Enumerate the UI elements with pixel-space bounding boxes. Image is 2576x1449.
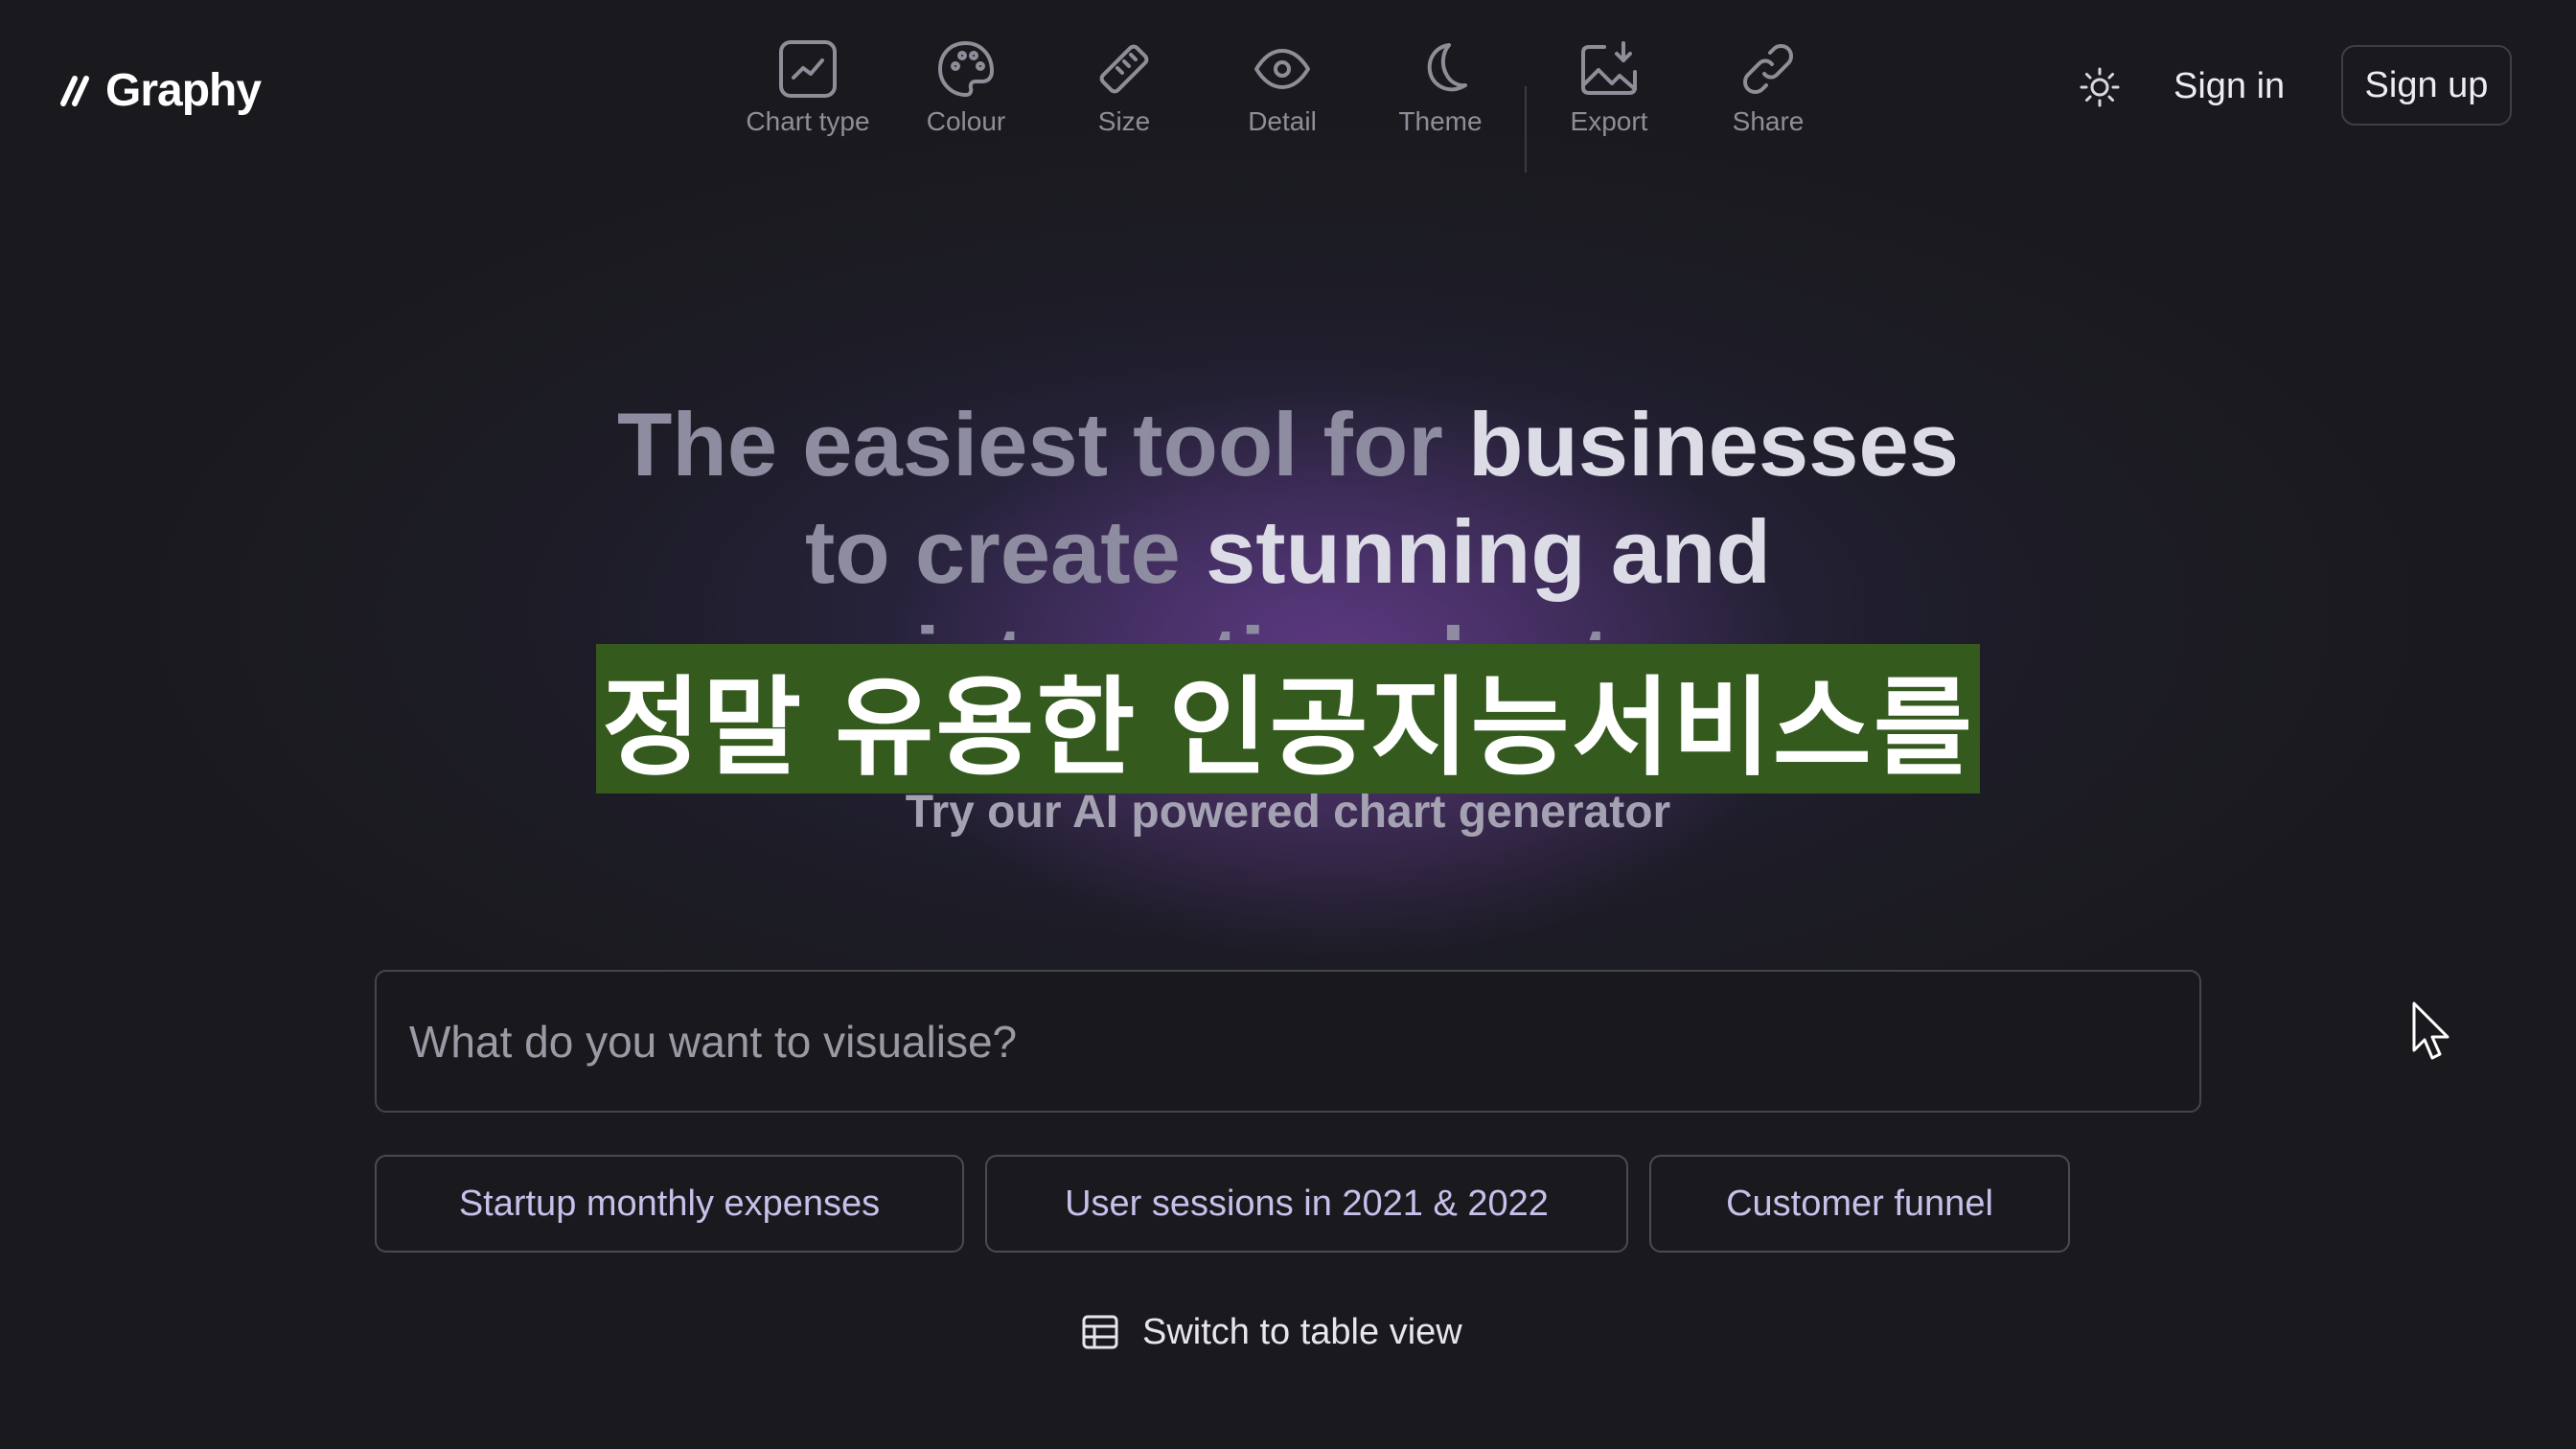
toolbar-share[interactable]: Share <box>1687 34 1850 159</box>
suggestion-chip[interactable]: Customer funnel <box>1649 1155 2070 1253</box>
ruler-icon <box>1099 44 1149 94</box>
eye-icon <box>1254 49 1310 89</box>
toolbar-colour[interactable]: Colour <box>885 34 1047 159</box>
toolbar-label: Colour <box>926 106 1006 136</box>
video-subtitle-overlay: 정말 유용한 인공지능서비스를 <box>596 644 1980 794</box>
sign-in-link[interactable]: Sign in <box>2174 58 2285 115</box>
mouse-cursor-icon <box>2412 1001 2450 1060</box>
headline-line-3: interactive charts <box>330 606 2246 640</box>
toolbar-theme[interactable]: Theme <box>1359 34 1522 159</box>
visualise-prompt-input[interactable] <box>375 970 2201 1113</box>
sun-icon <box>2080 67 2120 107</box>
sign-up-button[interactable]: Sign up <box>2341 45 2512 126</box>
theme-toggle-button[interactable] <box>2076 63 2124 111</box>
toolbar-label: Chart type <box>746 106 870 136</box>
headline-line-1: The easiest tool for businesses <box>330 391 2246 498</box>
headline-part: to create <box>805 501 1206 602</box>
moon-icon <box>1427 43 1467 92</box>
headline-part: businesses <box>1467 394 1959 494</box>
image-download-icon <box>1581 41 1637 95</box>
hero-tagline: Try our AI powered chart generator <box>905 787 1671 838</box>
switch-to-table-view-label: Switch to table view <box>1142 1311 1462 1352</box>
switch-to-table-view-button[interactable]: Switch to table view <box>1081 1305 1462 1359</box>
headline-line-2: to create stunning and <box>330 498 2246 606</box>
toolbar-detail[interactable]: Detail <box>1201 34 1364 159</box>
toolbar-label: Share <box>1732 106 1805 136</box>
headline-part: The easiest tool for <box>617 394 1468 494</box>
toolbar-label: Detail <box>1248 106 1317 136</box>
suggestion-chip[interactable]: User sessions in 2021 & 2022 <box>985 1155 1628 1253</box>
line-chart-icon <box>779 40 837 98</box>
headline-part: stunning and <box>1205 501 1771 602</box>
toolbar-label: Theme <box>1398 106 1483 136</box>
toolbar-size[interactable]: Size <box>1043 34 1206 159</box>
toolbar-label: Export <box>1570 106 1648 136</box>
suggestion-chip[interactable]: Startup monthly expenses <box>375 1155 964 1253</box>
link-icon <box>1743 44 1793 94</box>
subtitle-text: 정말 유용한 인공지능서비스를 <box>602 668 1974 788</box>
toolbar-chart-type[interactable]: Chart type <box>726 34 889 159</box>
toolbar-label: Size <box>1097 106 1151 136</box>
hero-headline: The easiest tool for businesses to creat… <box>330 391 2246 640</box>
toolbar-export[interactable]: Export <box>1528 34 1690 159</box>
toolbar-divider <box>1525 86 1527 172</box>
table-icon <box>1082 1315 1118 1349</box>
headline-part: interactive charts <box>915 609 1661 640</box>
palette-icon <box>938 41 994 97</box>
